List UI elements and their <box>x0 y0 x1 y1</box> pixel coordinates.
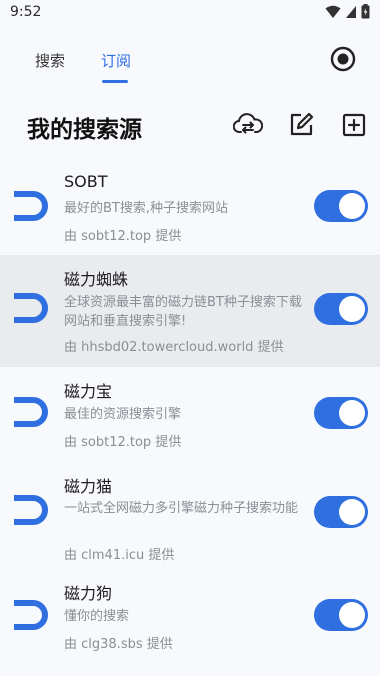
enable-toggle[interactable] <box>314 397 368 429</box>
enable-toggle[interactable] <box>314 599 368 631</box>
source-item-sobt[interactable]: SOBT 最好的BT搜索,种子搜索网站 由 sobt12.top 提供 <box>0 163 380 255</box>
active-tab-indicator <box>102 80 128 83</box>
source-name: 磁力宝 <box>64 382 113 401</box>
enable-toggle[interactable] <box>314 496 368 528</box>
source-provider: 由 sobt12.top 提供 <box>64 435 182 450</box>
add-source-icon[interactable] <box>341 112 367 138</box>
source-description: 最佳的资源搜索引擎 <box>64 407 182 422</box>
toggle-knob <box>339 400 365 426</box>
cloud-sync-icon[interactable] <box>233 112 263 138</box>
source-name: 磁力蜘蛛 <box>64 270 129 289</box>
tab-bar: 搜索 订阅 <box>0 40 380 84</box>
source-provider: 由 clg38.sbs 提供 <box>64 637 173 652</box>
source-item-cili-mao[interactable]: 磁力猫 一站式全网磁力多引擎磁力种子搜索功能 由 clm41.icu 提供 <box>0 459 380 571</box>
status-time: 9:52 <box>10 4 42 20</box>
tab-search[interactable]: 搜索 <box>35 50 65 71</box>
toggle-knob <box>339 602 365 628</box>
source-description: 最好的BT搜索,种子搜索网站 <box>64 201 228 216</box>
source-name: SOBT <box>64 172 108 191</box>
wifi-icon <box>325 5 341 18</box>
tab-subscribe[interactable]: 订阅 <box>101 50 131 71</box>
status-icons <box>325 4 370 19</box>
magnet-icon <box>14 293 48 323</box>
source-provider: 由 sobt12.top 提供 <box>64 229 182 244</box>
source-description: 全球资源最丰富的磁力链BT种子搜索下载网站和垂直搜索引擎! <box>64 295 302 329</box>
source-item-cili-zhizhu[interactable]: 磁力蜘蛛 全球资源最丰富的磁力链BT种子搜索下载网站和垂直搜索引擎! 由 hhs… <box>0 255 380 367</box>
page-title: 我的搜索源 <box>27 117 142 143</box>
source-description: 懂你的搜索 <box>64 609 130 624</box>
record-icon[interactable] <box>330 46 356 72</box>
source-list: SOBT 最好的BT搜索,种子搜索网站 由 sobt12.top 提供 磁力蜘蛛… <box>0 163 380 671</box>
magnet-icon <box>14 600 48 630</box>
source-provider: 由 clm41.icu 提供 <box>64 548 175 563</box>
toggle-knob <box>339 499 365 525</box>
magnet-icon <box>14 191 48 221</box>
edit-icon[interactable] <box>288 112 314 138</box>
battery-icon <box>361 4 370 19</box>
toggle-knob <box>339 296 365 322</box>
toggle-knob <box>339 193 365 219</box>
enable-toggle[interactable] <box>314 293 368 325</box>
magnet-icon <box>14 397 48 427</box>
enable-toggle[interactable] <box>314 190 368 222</box>
signal-icon <box>346 5 356 18</box>
source-name: 磁力狗 <box>64 584 113 603</box>
status-bar: 9:52 <box>0 0 380 26</box>
source-description: 一站式全网磁力多引擎磁力种子搜索功能 <box>64 501 299 516</box>
source-item-cili-bao[interactable]: 磁力宝 最佳的资源搜索引擎 由 sobt12.top 提供 <box>0 367 380 459</box>
source-provider: 由 hhsbd02.towercloud.world 提供 <box>64 340 284 355</box>
source-item-cili-gou[interactable]: 磁力狗 懂你的搜索 由 clg38.sbs 提供 <box>0 571 380 671</box>
source-name: 磁力猫 <box>64 477 113 496</box>
magnet-icon <box>14 495 48 525</box>
